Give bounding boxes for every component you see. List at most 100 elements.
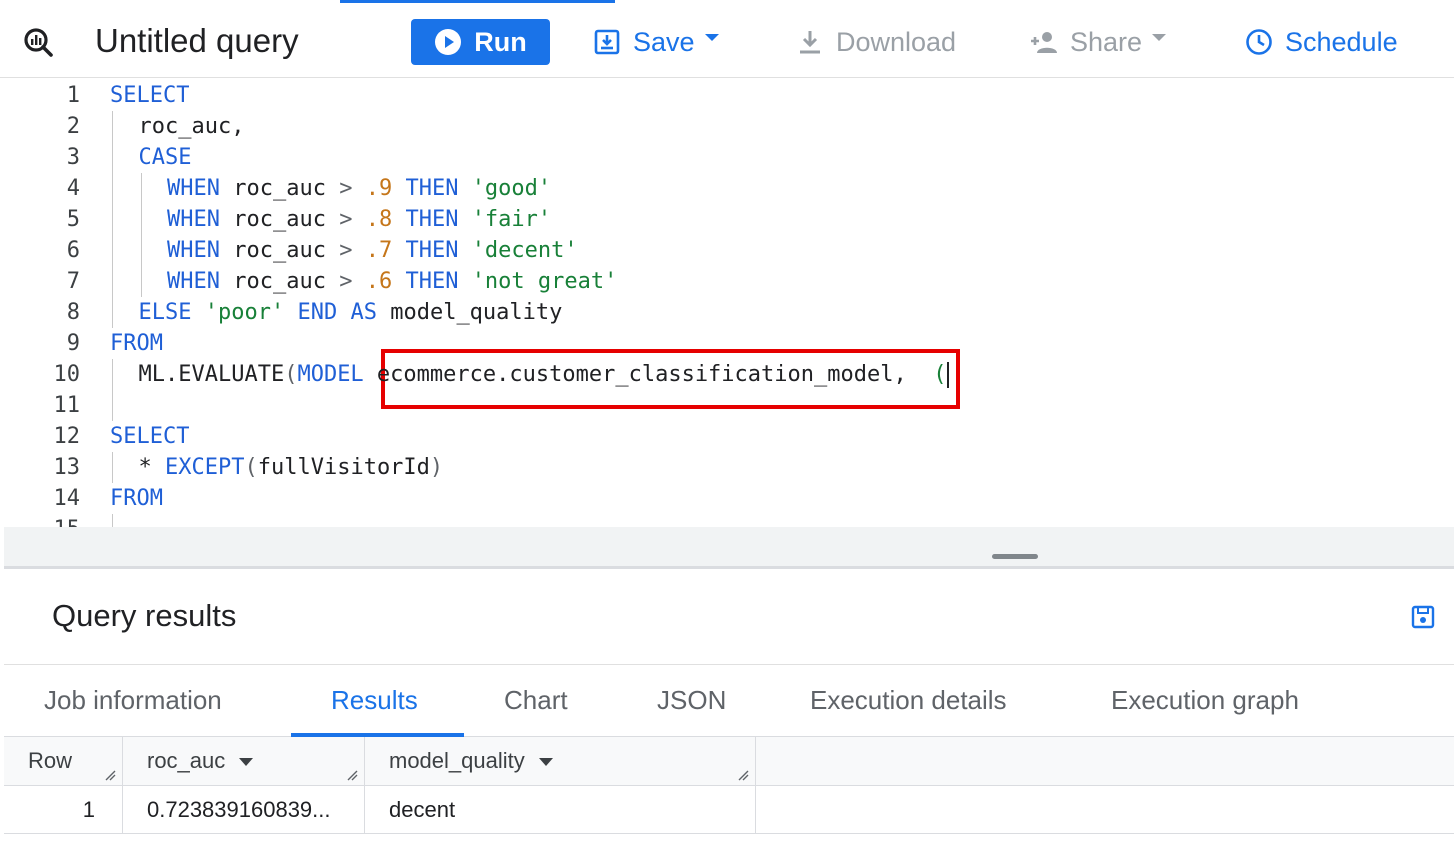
code-text: FROM bbox=[110, 483, 163, 514]
text-cursor bbox=[947, 362, 950, 388]
code-line[interactable]: 2 roc_auc, bbox=[4, 111, 1454, 142]
code-line[interactable]: 13 * EXCEPT(fullVisitorId) bbox=[4, 452, 1454, 483]
roc-auc-cell[interactable]: 0.723839160839... bbox=[123, 786, 365, 833]
code-line[interactable]: 3 CASE bbox=[4, 142, 1454, 173]
sort-dropdown-icon[interactable] bbox=[538, 758, 553, 767]
pane-splitter[interactable] bbox=[4, 527, 1454, 569]
sql-editor[interactable]: 1 SELECT 2 roc_auc, 3 CASE 4 WHEN roc_auc > .9 … bbox=[4, 79, 1454, 527]
code-line[interactable]: 10 ML.EVALUATE(MODEL ecommerce.customer_c… bbox=[4, 359, 1454, 390]
save-button-label: Save bbox=[633, 26, 695, 57]
indent-guide bbox=[140, 204, 142, 235]
results-tabs: Job information Results Chart JSON Execu… bbox=[4, 665, 1454, 737]
code-token: END bbox=[297, 300, 338, 325]
line-number: 7 bbox=[66, 269, 80, 294]
line-number: 3 bbox=[66, 145, 80, 170]
code-token: CASE bbox=[138, 145, 192, 170]
line-number: 2 bbox=[66, 114, 80, 139]
code-line[interactable]: 5 WHEN roc_auc > .8 THEN 'fair' bbox=[4, 204, 1454, 235]
save-button[interactable]: Save bbox=[593, 20, 719, 64]
results-title: Query results bbox=[52, 598, 237, 633]
download-button[interactable]: Download bbox=[796, 20, 956, 64]
code-token: ecommerce.customer_classification_model, bbox=[363, 362, 934, 387]
indent-guide bbox=[112, 204, 113, 235]
code-token: > bbox=[339, 238, 353, 263]
indent-guide bbox=[112, 452, 113, 483]
code-line[interactable]: 1 SELECT bbox=[4, 80, 1454, 111]
tab-chart[interactable]: Chart bbox=[504, 665, 568, 736]
code-text: WHEN roc_auc > .9 THEN 'good' bbox=[167, 173, 551, 204]
schedule-button[interactable]: Schedule bbox=[1245, 20, 1398, 64]
code-text: WHEN roc_auc > .8 THEN 'fair' bbox=[167, 204, 551, 235]
code-line[interactable]: 6 WHEN roc_auc > .7 THEN 'decent' bbox=[4, 235, 1454, 266]
code-line[interactable]: 14 FROM bbox=[4, 483, 1454, 514]
code-token: WHEN bbox=[167, 269, 220, 294]
indent-guide bbox=[112, 514, 113, 527]
model-quality-cell[interactable]: decent bbox=[365, 786, 756, 833]
query-icon bbox=[24, 28, 53, 57]
tab-results[interactable]: Results bbox=[331, 665, 418, 736]
line-number: 12 bbox=[53, 424, 81, 449]
code-text: CASE bbox=[139, 142, 192, 173]
code-text: SELECT bbox=[110, 80, 189, 111]
table-row[interactable]: 1 0.723839160839... decent bbox=[4, 786, 1454, 834]
save-results-icon[interactable] bbox=[1410, 604, 1436, 630]
code-token: * bbox=[138, 455, 165, 480]
column-header-model-quality[interactable]: model_quality bbox=[365, 737, 756, 785]
code-line[interactable]: 8 ELSE 'poor' END AS model_quality bbox=[4, 297, 1454, 328]
run-button[interactable]: Run bbox=[411, 19, 550, 65]
indent-guide bbox=[112, 173, 113, 204]
code-line[interactable]: 12 SELECT bbox=[4, 421, 1454, 452]
code-token: WHEN bbox=[167, 176, 220, 201]
code-line[interactable]: 11 bbox=[4, 390, 1454, 421]
resize-handle-icon[interactable] bbox=[346, 769, 358, 781]
code-token: .6 bbox=[365, 269, 393, 294]
tab-execution-details[interactable]: Execution details bbox=[810, 665, 1007, 736]
line-number: 11 bbox=[53, 393, 81, 418]
code-token: ( bbox=[933, 362, 947, 387]
code-token: WHEN bbox=[167, 238, 220, 263]
column-header-roc-auc[interactable]: roc_auc bbox=[123, 737, 365, 785]
resize-handle-icon[interactable] bbox=[104, 769, 116, 781]
column-header-label: model_quality bbox=[389, 748, 525, 773]
drag-handle[interactable] bbox=[992, 554, 1038, 559]
run-button-label: Run bbox=[474, 26, 527, 57]
resize-handle-icon[interactable] bbox=[737, 769, 749, 781]
code-token: 'fair' bbox=[471, 207, 552, 232]
code-text: SELECT bbox=[110, 421, 189, 452]
share-button[interactable]: Share bbox=[1030, 20, 1167, 64]
indent-guide bbox=[112, 266, 113, 297]
code-token: WHEN bbox=[167, 207, 220, 232]
code-token: MODEL bbox=[297, 362, 364, 387]
line-number: 4 bbox=[66, 176, 80, 201]
line-number: 5 bbox=[66, 207, 80, 232]
code-token: > bbox=[339, 207, 353, 232]
code-token: roc_auc bbox=[219, 207, 340, 232]
code-line[interactable]: 4 WHEN roc_auc > .9 THEN 'good' bbox=[4, 173, 1454, 204]
line-number: 14 bbox=[53, 486, 81, 511]
code-line[interactable]: 15 bbox=[4, 514, 1454, 527]
code-line[interactable]: 9 FROM bbox=[4, 328, 1454, 359]
code-token: 'not great' bbox=[471, 269, 618, 294]
code-token: .9 bbox=[365, 176, 393, 201]
code-token: ) bbox=[429, 455, 444, 480]
column-header-row[interactable]: Row bbox=[4, 737, 123, 785]
tab-job-information[interactable]: Job information bbox=[44, 665, 222, 736]
indent-guide bbox=[112, 235, 113, 266]
line-number: 13 bbox=[53, 455, 81, 480]
code-token: roc_auc, bbox=[138, 114, 245, 139]
indent-guide bbox=[112, 142, 113, 173]
sort-dropdown-icon[interactable] bbox=[239, 758, 254, 767]
code-line[interactable]: 7 WHEN roc_auc > .6 THEN 'not great' bbox=[4, 266, 1454, 297]
query-title[interactable]: Untitled query bbox=[95, 22, 299, 60]
tab-execution-graph[interactable]: Execution graph bbox=[1111, 665, 1299, 736]
tab-json[interactable]: JSON bbox=[657, 665, 726, 736]
code-text: WHEN roc_auc > .7 THEN 'decent' bbox=[167, 235, 578, 266]
active-tab-indicator bbox=[340, 0, 615, 3]
code-text: * EXCEPT(fullVisitorId) bbox=[139, 452, 444, 483]
